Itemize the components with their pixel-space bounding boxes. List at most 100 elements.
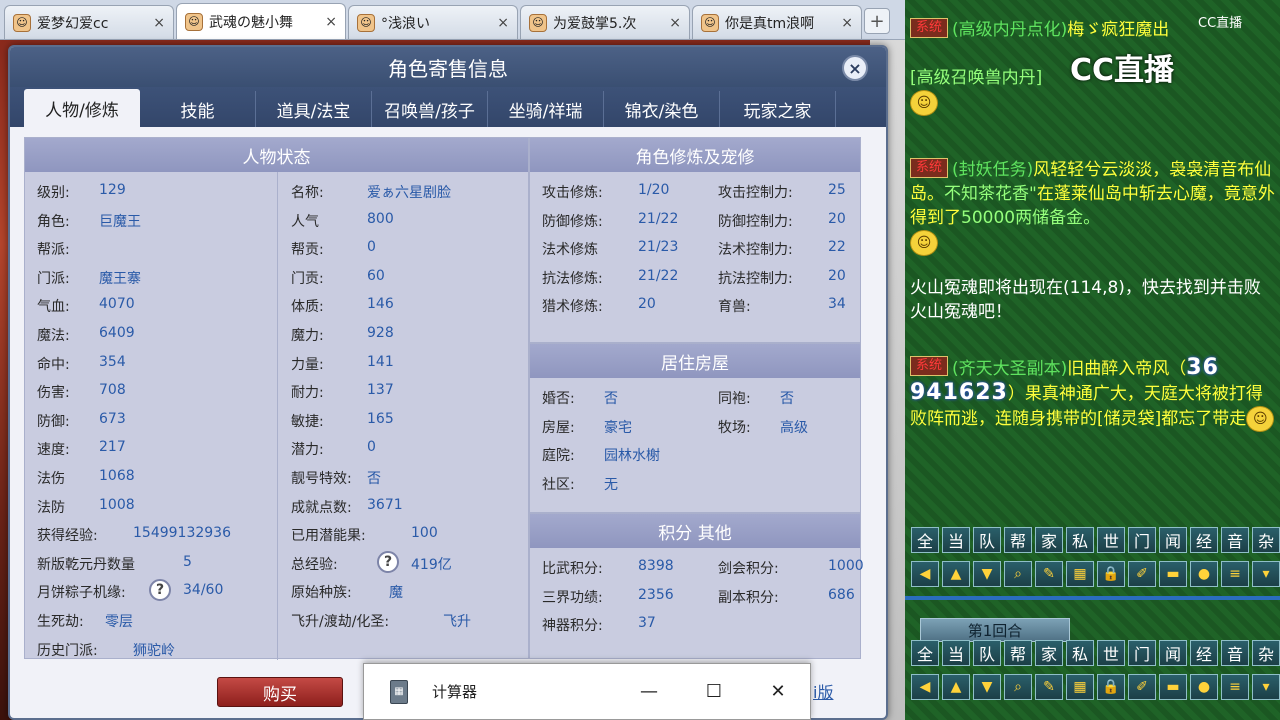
status-row: 帮派: xyxy=(37,239,70,259)
folder-icon[interactable]: ▬ xyxy=(1159,674,1187,700)
buy-button[interactable]: 购买 xyxy=(217,677,343,707)
channel-button[interactable]: 全 xyxy=(911,640,939,666)
browser-tab-label: 武魂の魅小舞 xyxy=(209,14,293,31)
points-row: 神器积分: 37 xyxy=(542,615,852,635)
label: 婚否: xyxy=(542,391,575,407)
browser-tab-active[interactable]: ☺ 武魂の魅小舞 × xyxy=(176,3,346,39)
arrow-left-icon[interactable]: ◀ xyxy=(911,561,939,587)
help-icon[interactable]: ? xyxy=(149,579,171,602)
channel-button[interactable]: 全 xyxy=(911,527,939,553)
channel-button[interactable]: 当 xyxy=(942,527,970,553)
browser-tab-label: 为爱鼓掌5.次 xyxy=(553,15,637,32)
arrow-left-icon[interactable]: ◀ xyxy=(911,674,939,700)
tab-home[interactable]: 玩家之家 xyxy=(720,91,836,127)
grid-icon[interactable]: ▦ xyxy=(1066,674,1094,700)
tab-close-icon[interactable]: × xyxy=(325,14,337,30)
tab-items[interactable]: 道具/法宝 xyxy=(256,91,372,127)
tab-close-icon[interactable]: × xyxy=(841,15,853,31)
close-icon[interactable]: × xyxy=(842,55,868,81)
brush-icon[interactable]: ✐ xyxy=(1128,674,1156,700)
stat-value: 1008 xyxy=(99,496,135,513)
channel-button[interactable]: 音 xyxy=(1221,640,1249,666)
lock-icon[interactable]: 🔒 xyxy=(1097,561,1125,587)
new-tab-button[interactable]: + xyxy=(864,8,890,34)
label: 剑会积分: xyxy=(718,561,779,577)
note-icon[interactable]: ✎ xyxy=(1035,674,1063,700)
folder-icon[interactable]: ▬ xyxy=(1159,561,1187,587)
status-row: 法防 1008 xyxy=(37,497,135,517)
list-add-icon[interactable]: ≡ xyxy=(1221,674,1249,700)
channel-button[interactable]: 家 xyxy=(1035,527,1063,553)
arrow-up-icon[interactable]: ▲ xyxy=(942,561,970,587)
speech-icon[interactable]: ● xyxy=(1190,561,1218,587)
tab-close-icon[interactable]: × xyxy=(669,15,681,31)
dropdown-icon[interactable]: ▾ xyxy=(1252,674,1280,700)
channel-button[interactable]: 队 xyxy=(973,640,1001,666)
channel-button[interactable]: 帮 xyxy=(1004,640,1032,666)
channel-button[interactable]: 帮 xyxy=(1004,527,1032,553)
channel-button[interactable]: 经 xyxy=(1190,640,1218,666)
channel-button[interactable]: 门 xyxy=(1128,640,1156,666)
channel-button[interactable]: 闻 xyxy=(1159,640,1187,666)
browser-tab[interactable]: ☺ 为爱鼓掌5.次 × xyxy=(520,5,690,39)
grid-icon[interactable]: ▦ xyxy=(1066,561,1094,587)
tab-skills[interactable]: 技能 xyxy=(140,91,256,127)
version-link[interactable]: i版 xyxy=(813,679,833,703)
stat-value: 0 xyxy=(367,439,376,456)
browser-tab[interactable]: ☺ 爱梦幻爱cc × xyxy=(4,5,174,39)
tab-mounts[interactable]: 坐骑/祥瑞 xyxy=(488,91,604,127)
stat-value: 6409 xyxy=(99,325,135,341)
stat-value: 狮驼岭 xyxy=(133,642,175,659)
tab-close-icon[interactable]: × xyxy=(153,15,165,31)
stat-label: 门贡: xyxy=(291,270,324,287)
channel-button[interactable]: 当 xyxy=(942,640,970,666)
dropdown-icon[interactable]: ▾ xyxy=(1252,561,1280,587)
stat-label: 月饼粽子机缘: xyxy=(37,585,126,602)
magnifier-icon[interactable]: ⌕ xyxy=(1004,561,1032,587)
tab-character[interactable]: 人物/修炼 xyxy=(24,89,140,127)
value: 2356 xyxy=(638,586,674,603)
value: 20 xyxy=(828,210,846,227)
value: 34 xyxy=(828,296,846,312)
status-row: 防御: 673 xyxy=(37,411,126,431)
browser-tab[interactable]: ☺ 你是真tm浪啊 × xyxy=(692,5,862,39)
divider xyxy=(277,172,278,660)
avatar-icon: ☺ xyxy=(357,13,375,32)
speech-icon[interactable]: ● xyxy=(1190,674,1218,700)
channel-button[interactable]: 私 xyxy=(1066,640,1094,666)
stat-value: 魔 xyxy=(389,585,403,602)
brush-icon[interactable]: ✐ xyxy=(1128,561,1156,587)
channel-button[interactable]: 杂 xyxy=(1252,640,1280,666)
value: 21/22 xyxy=(638,210,679,227)
channel-button[interactable]: 闻 xyxy=(1159,527,1187,553)
channel-button[interactable]: 经 xyxy=(1190,527,1218,553)
msg-head: (高级内丹点化) xyxy=(952,20,1068,40)
note-icon[interactable]: ✎ xyxy=(1035,561,1063,587)
channel-button[interactable]: 私 xyxy=(1066,527,1094,553)
stat-value: 5 xyxy=(183,553,192,570)
maximize-icon[interactable]: ☐ xyxy=(699,676,729,706)
arrow-down-icon[interactable]: ▼ xyxy=(973,674,1001,700)
magnifier-icon[interactable]: ⌕ xyxy=(1004,674,1032,700)
list-add-icon[interactable]: ≡ xyxy=(1221,561,1249,587)
minimize-icon[interactable]: — xyxy=(634,676,664,706)
arrow-up-icon[interactable]: ▲ xyxy=(942,674,970,700)
channel-button[interactable]: 队 xyxy=(973,527,1001,553)
channel-button[interactable]: 杂 xyxy=(1252,527,1280,553)
lock-icon[interactable]: 🔒 xyxy=(1097,674,1125,700)
channel-button[interactable]: 世 xyxy=(1097,527,1125,553)
channel-button[interactable]: 家 xyxy=(1035,640,1063,666)
channel-button[interactable]: 音 xyxy=(1221,527,1249,553)
tab-close-icon[interactable]: × xyxy=(497,15,509,31)
channel-button[interactable]: 门 xyxy=(1128,527,1156,553)
tab-outfits[interactable]: 锦衣/染色 xyxy=(604,91,720,127)
help-icon[interactable]: ? xyxy=(377,550,399,573)
channel-button[interactable]: 世 xyxy=(1097,640,1125,666)
avatar-icon: ☺ xyxy=(185,12,203,31)
close-icon[interactable]: ✕ xyxy=(763,676,793,706)
tab-summons[interactable]: 召唤兽/孩子 xyxy=(372,91,488,127)
arrow-down-icon[interactable]: ▼ xyxy=(973,561,1001,587)
value: 686 xyxy=(828,586,855,603)
browser-tab[interactable]: ☺ °浅浪い × xyxy=(348,5,518,39)
calculator-window[interactable]: ▦ 计算器 — ☐ ✕ xyxy=(363,663,811,720)
